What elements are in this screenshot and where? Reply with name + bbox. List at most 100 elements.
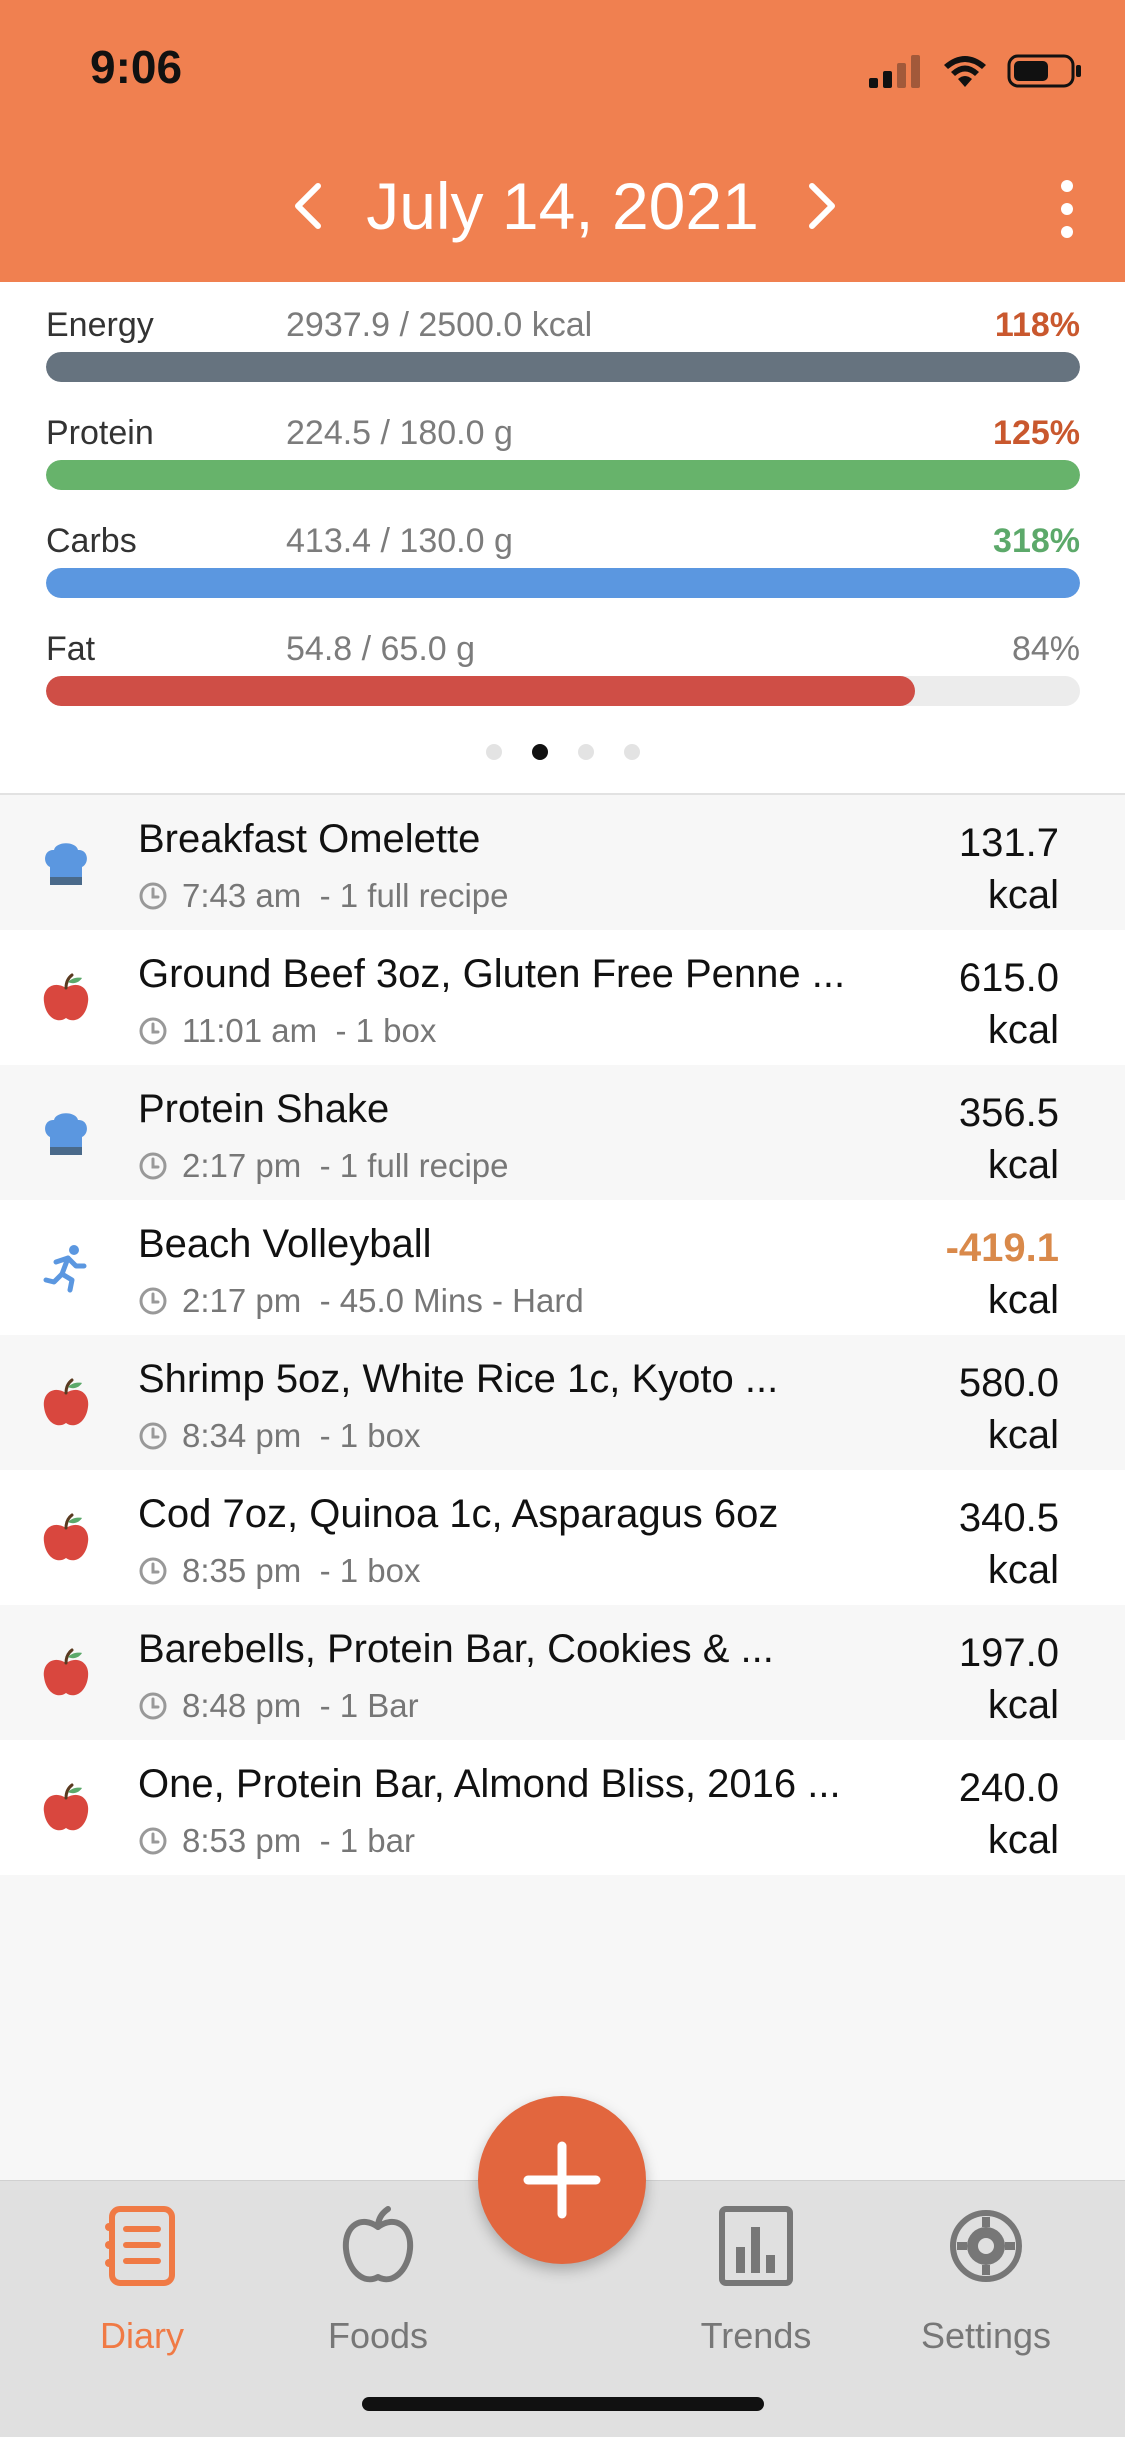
- date-navigator: July 14, 2021: [0, 160, 1125, 260]
- diary-entry[interactable]: Barebells, Protein Bar, Cookies & ... 8:…: [0, 1605, 1125, 1740]
- clock-icon: [138, 1151, 168, 1181]
- gear-icon: [950, 2210, 1022, 2282]
- macro-energy: Energy 2937.9 / 2500.0 kcal 118%: [46, 306, 1080, 396]
- entry-calories: 356.5 kcal: [959, 1087, 1059, 1191]
- clock-icon: [138, 1691, 168, 1721]
- entry-subtitle: 2:17 pm - 45.0 Mins - Hard: [138, 1282, 584, 1320]
- tab-label: Foods: [327, 2315, 429, 2356]
- diary-entry[interactable]: Protein Shake 2:17 pm - 1 full recipe 35…: [0, 1065, 1125, 1200]
- status-icons: [869, 50, 1083, 92]
- progress-fill: [46, 676, 915, 706]
- entry-detail: - 1 box: [319, 1552, 421, 1589]
- tab-trends[interactable]: Trends: [656, 2205, 856, 2365]
- entry-calories: 197.0 kcal: [959, 1627, 1059, 1731]
- entry-time: 8:48 pm: [182, 1687, 302, 1724]
- clock-icon: [138, 1826, 168, 1856]
- entry-title: Shrimp 5oz, White Rice 1c, Kyoto ...: [138, 1357, 779, 1401]
- entry-detail: - 1 full recipe: [319, 1147, 509, 1184]
- clock-icon: [138, 1556, 168, 1586]
- status-time: 9:06: [90, 41, 183, 93]
- progress-bar: [46, 352, 1080, 382]
- diary-entry[interactable]: Shrimp 5oz, White Rice 1c, Kyoto ... 8:3…: [0, 1335, 1125, 1470]
- clock-icon: [138, 1421, 168, 1451]
- entry-calories: 131.7 kcal: [959, 817, 1059, 921]
- entry-title: Barebells, Protein Bar, Cookies & ...: [138, 1627, 774, 1671]
- macro-name: Carbs: [46, 522, 137, 560]
- entry-kcal-value: 197.0: [958, 1631, 1059, 1675]
- clock-icon: [138, 1016, 168, 1046]
- tab-diary[interactable]: Diary: [42, 2205, 242, 2365]
- entry-kcal-value: 580.0: [958, 1361, 1059, 1405]
- entry-title: Breakfast Omelette: [138, 817, 481, 861]
- macro-name: Energy: [46, 306, 154, 344]
- entry-time: 7:43 am: [182, 877, 302, 914]
- clock-icon: [138, 881, 168, 911]
- chef-hat-icon: [40, 1107, 92, 1159]
- add-entry-button[interactable]: [478, 2096, 646, 2264]
- page-dot[interactable]: [577, 744, 594, 760]
- entry-calories: -419.1 kcal: [946, 1222, 1059, 1326]
- entry-time: 8:35 pm: [182, 1552, 302, 1589]
- entry-kcal-unit: kcal: [987, 1413, 1059, 1457]
- page-dot[interactable]: [531, 744, 548, 760]
- entry-detail: - 45.0 Mins - Hard: [319, 1282, 584, 1319]
- entry-kcal-value: 240.0: [958, 1766, 1059, 1810]
- entry-detail: - 1 bar: [319, 1822, 415, 1859]
- entry-calories: 240.0 kcal: [959, 1762, 1059, 1866]
- entry-time: 2:17 pm: [182, 1282, 302, 1319]
- tab-foods[interactable]: Foods: [278, 2205, 478, 2365]
- diary-entry[interactable]: Cod 7oz, Quinoa 1c, Asparagus 6oz 8:35 p…: [0, 1470, 1125, 1605]
- plus-icon: [523, 2141, 601, 2219]
- progress-fill: [46, 460, 1080, 490]
- entry-kcal-value: 356.5: [958, 1091, 1059, 1135]
- page-dot[interactable]: [485, 744, 502, 760]
- wifi-icon: [944, 56, 986, 87]
- tab-label: Settings: [920, 2315, 1052, 2356]
- entry-detail: - 1 box: [335, 1012, 437, 1049]
- macro-percent: 125%: [993, 414, 1080, 452]
- entry-kcal-value: 131.7: [958, 821, 1059, 865]
- entry-kcal-unit: kcal: [987, 1278, 1059, 1322]
- macro-amount: 413.4 / 130.0 g: [286, 522, 513, 560]
- diary-entry[interactable]: Beach Volleyball 2:17 pm - 45.0 Mins - H…: [0, 1200, 1125, 1335]
- entry-kcal-unit: kcal: [987, 1548, 1059, 1592]
- progress-bar: [46, 676, 1080, 706]
- apple-icon: [40, 1782, 92, 1834]
- entry-time: 11:01 am: [182, 1012, 318, 1049]
- entry-kcal-value: 340.5: [958, 1496, 1059, 1540]
- entry-subtitle: 8:48 pm - 1 Bar: [138, 1687, 419, 1725]
- progress-bar: [46, 568, 1080, 598]
- diary-entry[interactable]: Breakfast Omelette 7:43 am - 1 full reci…: [0, 795, 1125, 930]
- chef-hat-icon: [40, 837, 92, 889]
- entry-title: Beach Volleyball: [138, 1222, 432, 1266]
- date-title[interactable]: July 14, 2021: [0, 168, 1125, 244]
- macro-summary[interactable]: Energy 2937.9 / 2500.0 kcal 118% Protein…: [0, 282, 1125, 795]
- tab-label: Diary: [99, 2315, 184, 2356]
- bar-chart-icon: [719, 2206, 793, 2286]
- entry-calories: 615.0 kcal: [959, 952, 1059, 1056]
- entry-title: One, Protein Bar, Almond Bliss, 2016 ...: [138, 1762, 841, 1806]
- diary-entry-list: Breakfast Omelette 7:43 am - 1 full reci…: [0, 795, 1125, 1875]
- entry-kcal-value: 615.0: [958, 956, 1059, 1000]
- clock-icon: [138, 1286, 168, 1316]
- macro-carbs: Carbs 413.4 / 130.0 g 318%: [46, 522, 1080, 612]
- entry-subtitle: 8:35 pm - 1 box: [138, 1552, 420, 1590]
- apple-icon: [40, 972, 92, 1024]
- entry-subtitle: 8:34 pm - 1 box: [138, 1417, 420, 1455]
- tab-settings[interactable]: Settings: [886, 2205, 1086, 2365]
- progress-fill: [46, 352, 1080, 382]
- entry-time: 2:17 pm: [182, 1147, 302, 1184]
- entry-kcal-value: -419.1: [945, 1226, 1059, 1270]
- entry-detail: - 1 full recipe: [319, 877, 509, 914]
- page-indicator[interactable]: [0, 744, 1125, 760]
- entry-calories: 340.5 kcal: [959, 1492, 1059, 1596]
- entry-time: 8:53 pm: [182, 1822, 302, 1859]
- next-day-icon[interactable]: [790, 176, 850, 236]
- battery-icon: [1007, 54, 1081, 88]
- page-dot[interactable]: [623, 744, 640, 760]
- more-options-icon[interactable]: [1037, 174, 1097, 244]
- apple-icon: [40, 1512, 92, 1564]
- diary-entry[interactable]: One, Protein Bar, Almond Bliss, 2016 ...…: [0, 1740, 1125, 1875]
- entry-kcal-unit: kcal: [987, 873, 1059, 917]
- diary-entry[interactable]: Ground Beef 3oz, Gluten Free Penne ... 1…: [0, 930, 1125, 1065]
